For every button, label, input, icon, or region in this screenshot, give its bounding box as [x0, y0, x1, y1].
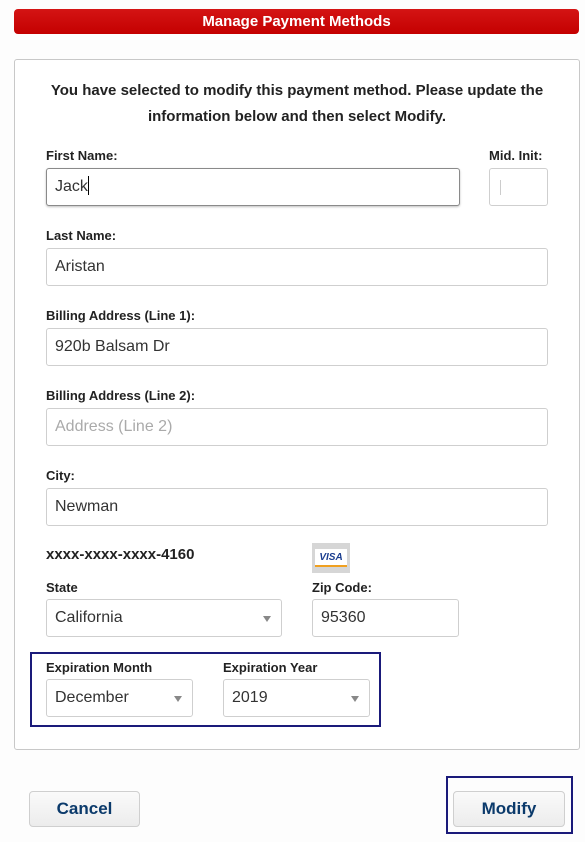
- intro-text: You have selected to modify this payment…: [15, 78, 579, 130]
- visa-logo-text: VISA: [315, 549, 347, 567]
- mid-init-cursor: [500, 180, 501, 195]
- first-name-label: First Name:: [46, 148, 118, 163]
- intro-line-2: information below and then select Modify…: [147, 108, 447, 125]
- mid-init-input[interactable]: [489, 168, 548, 206]
- masked-card-number: xxxx-xxxx-xxxx-4160: [46, 546, 195, 563]
- cancel-button[interactable]: Cancel: [29, 791, 140, 827]
- payment-form-panel: You have selected to modify this payment…: [14, 59, 580, 750]
- last-name-label: Last Name:: [46, 228, 117, 243]
- city-input[interactable]: Newman: [46, 488, 548, 526]
- modify-button[interactable]: Modify: [453, 791, 565, 827]
- address-line1-label: Billing Address (Line 1):: [46, 308, 196, 323]
- state-label: State: [46, 580, 78, 595]
- address-line2-label: Billing Address (Line 2):: [46, 388, 196, 403]
- text-cursor: [87, 176, 89, 195]
- last-name-input[interactable]: Aristan: [46, 248, 548, 286]
- city-label: City:: [46, 468, 75, 483]
- address-line2-input[interactable]: Address (Line 2): [46, 408, 548, 446]
- mid-init-label: Mid. Init:: [489, 148, 543, 163]
- first-name-value: Jack: [55, 178, 88, 195]
- intro-line-1: You have selected to modify this payment…: [50, 82, 544, 99]
- visa-card-icon: VISA: [312, 543, 350, 573]
- expiration-highlight: [30, 652, 381, 727]
- state-select[interactable]: California: [46, 599, 282, 637]
- zip-input[interactable]: 95360: [312, 599, 459, 637]
- page-header: Manage Payment Methods: [14, 9, 579, 34]
- first-name-input[interactable]: Jack: [46, 168, 460, 206]
- address-line1-input[interactable]: 920b Balsam Dr: [46, 328, 548, 366]
- zip-label: Zip Code:: [312, 580, 372, 595]
- state-value: California: [55, 609, 123, 626]
- chevron-down-icon: [263, 616, 271, 622]
